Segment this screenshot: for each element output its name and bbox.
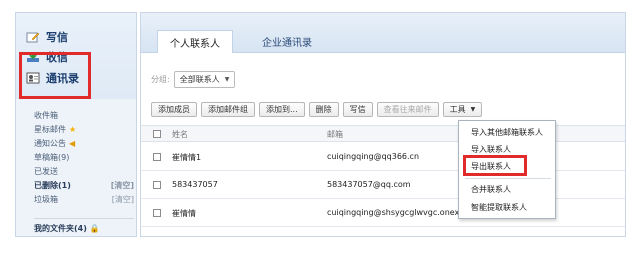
- mail-app: 写信 收信 通讯录 收件箱 星标邮件 ★ 通知公告 ◀ 草稿箱(9) 已发送 已…: [0, 0, 639, 253]
- folder-label: 草稿箱(9): [34, 153, 70, 162]
- tools-button[interactable]: 工具 ▼: [442, 102, 483, 117]
- speaker-icon: ◀: [69, 139, 76, 148]
- row-checkbox[interactable]: [153, 209, 161, 217]
- folder-drafts[interactable]: 草稿箱(9): [34, 151, 134, 164]
- nav-compose[interactable]: 写信: [26, 29, 68, 45]
- group-filter: 分组: 全部联系人 ▼: [151, 71, 236, 88]
- folder-label: 星标邮件: [34, 125, 66, 134]
- add-member-button[interactable]: 添加成员: [151, 102, 197, 117]
- folder-label: 收件箱: [34, 111, 58, 120]
- export-highlight-box: [463, 155, 527, 176]
- write-button[interactable]: 写信: [342, 102, 373, 117]
- select-all-checkbox[interactable]: [153, 130, 161, 138]
- contact-name[interactable]: 583437057: [172, 180, 218, 189]
- column-email-header[interactable]: 邮箱: [327, 129, 343, 140]
- menu-merge-contacts[interactable]: 合并联系人: [459, 181, 555, 197]
- add-to-button[interactable]: 添加到...: [259, 102, 305, 117]
- contact-email[interactable]: 583437057@qq.com: [327, 180, 411, 189]
- chevron-down-icon: ▼: [470, 106, 476, 113]
- menu-smart-extract-contacts[interactable]: 智能提取联系人: [459, 199, 555, 215]
- folder-label: 已删除(1): [34, 181, 71, 190]
- star-icon: ★: [69, 125, 77, 134]
- tab-personal-contacts[interactable]: 个人联系人: [157, 30, 233, 53]
- group-selected-value: 全部联系人: [179, 75, 220, 84]
- lock-icon: 🔒: [89, 224, 100, 233]
- left-sidebar: 写信 收信 通讯录 收件箱 星标邮件 ★ 通知公告 ◀ 草稿箱(9) 已发送 已…: [15, 12, 137, 237]
- add-group-button[interactable]: 添加邮件组: [201, 102, 255, 117]
- contact-email[interactable]: cuiqingqing@qq366.cn: [327, 152, 419, 161]
- folder-deleted[interactable]: 已删除(1) [清空]: [34, 179, 134, 192]
- contact-name[interactable]: 崔情情1: [172, 152, 201, 163]
- contacts-highlight-box: [19, 52, 91, 99]
- folder-notices[interactable]: 通知公告 ◀: [34, 137, 134, 150]
- pencil-icon: [26, 31, 40, 43]
- folder-label: 已发送: [34, 167, 58, 176]
- folder-label: 通知公告: [34, 139, 66, 148]
- my-folders-label: 我的文件夹(4): [34, 224, 87, 233]
- folder-starred[interactable]: 星标邮件 ★: [34, 123, 134, 136]
- chevron-down-icon: ▼: [224, 76, 230, 83]
- folder-inbox[interactable]: 收件箱: [34, 109, 134, 122]
- delete-button[interactable]: 删除: [308, 102, 339, 117]
- row-checkbox[interactable]: [153, 181, 161, 189]
- clear-deleted-link[interactable]: [清空]: [111, 180, 134, 191]
- view-history-button[interactable]: 查看往来邮件: [376, 102, 439, 117]
- menu-import-other-mailbox[interactable]: 导入其他邮箱联系人: [459, 124, 555, 140]
- clear-spam-link[interactable]: [清空]: [112, 194, 134, 205]
- tab-bar: 个人联系人 企业通讯录: [141, 13, 625, 53]
- my-folders-header[interactable]: 我的文件夹(4) 🔒: [34, 223, 100, 234]
- folder-sent[interactable]: 已发送: [34, 165, 134, 178]
- group-label: 分组:: [151, 75, 170, 84]
- column-name-header[interactable]: 姓名: [172, 129, 188, 140]
- nav-compose-label: 写信: [46, 31, 68, 44]
- folder-spam[interactable]: 垃圾箱 [清空]: [34, 193, 134, 206]
- contact-email[interactable]: cuiqingqing@shsygcglwvgc.onexmai: [327, 208, 474, 217]
- tab-enterprise-directory[interactable]: 企业通讯录: [239, 30, 335, 53]
- menu-divider: [465, 178, 551, 179]
- contact-name[interactable]: 崔情情: [172, 208, 196, 219]
- toolbar: 添加成员 添加邮件组 添加到... 删除 写信 查看往来邮件 工具 ▼: [151, 102, 483, 117]
- sidebar-divider: [34, 218, 134, 219]
- row-checkbox[interactable]: [153, 153, 161, 161]
- group-select[interactable]: 全部联系人 ▼: [173, 71, 236, 88]
- folder-label: 垃圾箱: [34, 195, 58, 204]
- tools-label: 工具: [449, 105, 466, 114]
